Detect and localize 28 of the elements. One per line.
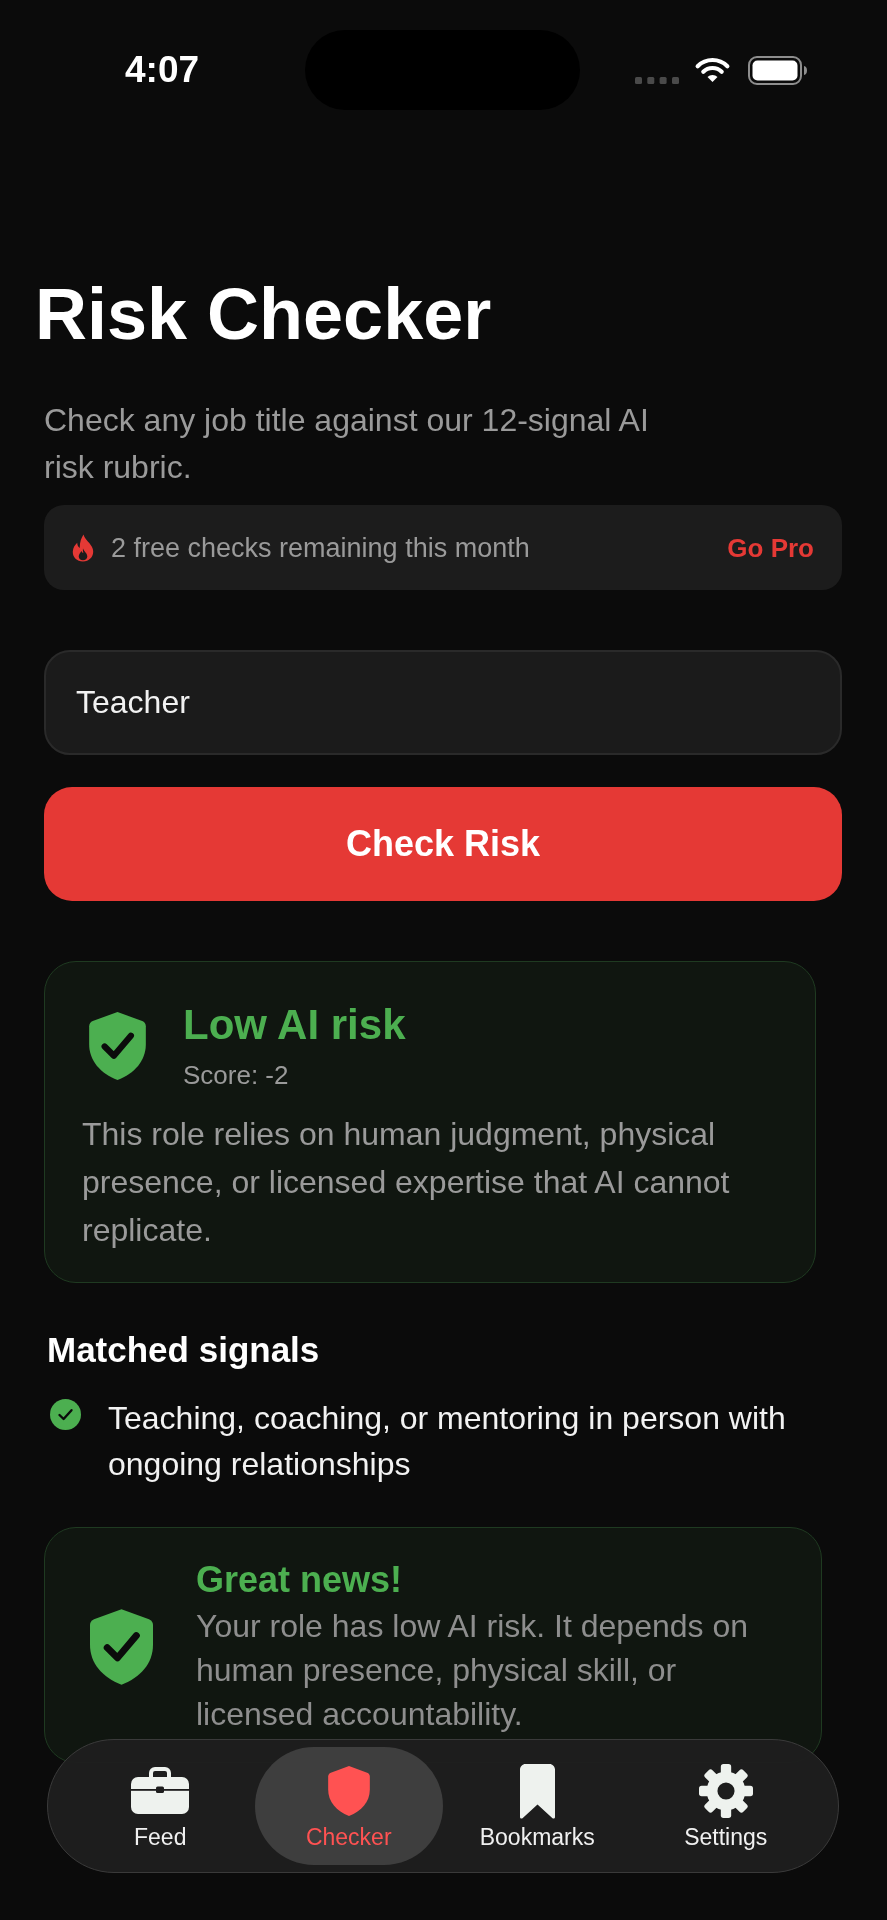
tab-item[interactable]: Bookmarks	[443, 1747, 632, 1865]
job-title-input[interactable]: Teacher	[44, 650, 842, 755]
flame-icon	[72, 533, 94, 562]
wifi-icon	[694, 56, 731, 84]
check-risk-button[interactable]: Check Risk	[44, 787, 842, 901]
verdict-title: Great news!	[196, 1558, 404, 1602]
briefcase-icon	[130, 1767, 191, 1815]
bookmark-icon	[519, 1763, 555, 1819]
shield-check-icon	[90, 1609, 153, 1685]
signal-dots-icon	[635, 77, 679, 84]
tab-item[interactable]: Settings	[631, 1747, 820, 1865]
go-pro-link[interactable]: Go Pro	[727, 530, 814, 565]
page-title: Risk Checker	[35, 278, 493, 350]
tab-item[interactable]: Feed	[66, 1747, 255, 1865]
shield-check-icon	[89, 1012, 146, 1080]
gear-icon	[698, 1764, 753, 1818]
shield-icon	[327, 1766, 370, 1816]
risk-description: This role relies on human judgment, physical presence, or licensed expertise that AI cannot replicate.	[82, 1115, 731, 1250]
risk-score: Score: -2	[183, 1059, 290, 1092]
risk-title: Low AI risk	[183, 1000, 406, 1050]
signal-text: Teaching, coaching, or mentoring in person with ongoing relationships	[108, 1399, 787, 1484]
page-subtitle: Check any job title against our 12-signal AI risk rubric.	[44, 401, 650, 487]
check-circle-icon	[50, 1399, 81, 1430]
battery-icon	[748, 55, 808, 85]
verdict-text: Your role has low AI risk. It depends on human presence, physical skill, or licensed accountability.	[196, 1607, 750, 1734]
quota-text: 2 free checks remaining this month	[111, 531, 531, 565]
status-time: 4:07	[125, 48, 200, 92]
section-heading: Matched signals	[47, 1329, 321, 1371]
